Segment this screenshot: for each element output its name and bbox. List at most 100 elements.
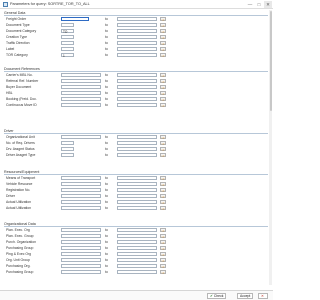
multiple-selection-icon[interactable]: ⇨ bbox=[160, 96, 166, 101]
check-button[interactable]: ✔Check bbox=[207, 293, 227, 299]
multiple-selection-icon[interactable]: ⇨ bbox=[160, 146, 166, 151]
multiple-selection-icon[interactable]: ⇨ bbox=[160, 22, 166, 27]
multiple-selection-icon[interactable]: ⇨ bbox=[160, 245, 166, 250]
to-value-input[interactable] bbox=[117, 187, 157, 193]
multiple-selection-icon[interactable]: ⇨ bbox=[160, 46, 166, 51]
from-value-input[interactable] bbox=[61, 134, 101, 140]
multiple-selection-icon[interactable]: ⇨ bbox=[160, 140, 166, 145]
to-value-input[interactable] bbox=[117, 233, 157, 239]
to-value-input[interactable] bbox=[117, 263, 157, 269]
multiple-selection-icon[interactable]: ⇨ bbox=[160, 269, 166, 274]
multiple-selection-icon[interactable]: ⇨ bbox=[160, 233, 166, 238]
multiple-selection-icon[interactable]: ⇨ bbox=[160, 152, 166, 157]
from-value-input[interactable] bbox=[61, 40, 74, 46]
cancel-button[interactable]: ✕ bbox=[258, 293, 268, 299]
to-value-input[interactable] bbox=[117, 72, 157, 78]
multiple-selection-icon[interactable]: ⇨ bbox=[160, 16, 166, 21]
to-value-input[interactable] bbox=[117, 257, 157, 263]
multiple-selection-icon[interactable]: ⇨ bbox=[160, 90, 166, 95]
from-value-input[interactable] bbox=[61, 181, 101, 187]
to-value-input[interactable] bbox=[117, 78, 157, 84]
to-value-input[interactable] bbox=[117, 22, 157, 28]
to-value-input[interactable] bbox=[117, 227, 157, 233]
multiple-selection-icon[interactable]: ⇨ bbox=[160, 257, 166, 262]
from-value-input[interactable] bbox=[61, 187, 101, 193]
to-value-input[interactable] bbox=[117, 102, 157, 108]
from-value-input[interactable] bbox=[61, 251, 101, 257]
multiple-selection-icon[interactable]: ⇨ bbox=[160, 72, 166, 77]
vertical-scrollbar[interactable] bbox=[269, 10, 272, 285]
multiple-selection-icon[interactable]: ⇨ bbox=[160, 227, 166, 232]
close-button[interactable]: ✕ bbox=[264, 1, 272, 8]
multiple-selection-icon[interactable]: ⇨ bbox=[160, 84, 166, 89]
to-value-input[interactable] bbox=[117, 239, 157, 245]
to-value-input[interactable] bbox=[117, 146, 157, 152]
from-value-input[interactable] bbox=[61, 205, 101, 211]
to-value-input[interactable] bbox=[117, 140, 157, 146]
from-value-input[interactable] bbox=[61, 84, 101, 90]
scrollbar-thumb[interactable] bbox=[269, 11, 272, 111]
multiple-selection-icon[interactable]: ⇨ bbox=[160, 263, 166, 268]
multiple-selection-icon[interactable]: ⇨ bbox=[160, 134, 166, 139]
multiple-selection-icon[interactable]: ⇨ bbox=[160, 239, 166, 244]
to-value-input[interactable] bbox=[117, 34, 157, 40]
to-value-input[interactable] bbox=[117, 205, 157, 211]
from-value-input[interactable] bbox=[61, 90, 101, 96]
maximize-button[interactable]: □ bbox=[255, 1, 263, 8]
to-value-input[interactable] bbox=[117, 245, 157, 251]
to-value-input[interactable] bbox=[117, 40, 157, 46]
to-value-input[interactable] bbox=[117, 181, 157, 187]
to-value-input[interactable] bbox=[117, 134, 157, 140]
multiple-selection-icon[interactable]: ⇨ bbox=[160, 199, 166, 204]
multiple-selection-icon[interactable]: ⇨ bbox=[160, 28, 166, 33]
from-value-input[interactable] bbox=[61, 46, 74, 52]
multiple-selection-icon[interactable]: ⇨ bbox=[160, 251, 166, 256]
from-value-input[interactable] bbox=[61, 22, 74, 28]
multiple-selection-icon[interactable]: ⇨ bbox=[160, 34, 166, 39]
to-value-input[interactable] bbox=[117, 251, 157, 257]
from-value-input[interactable] bbox=[61, 72, 101, 78]
from-value-input[interactable] bbox=[61, 16, 89, 22]
to-value-input[interactable] bbox=[117, 84, 157, 90]
to-value-input[interactable] bbox=[117, 90, 157, 96]
to-value-input[interactable] bbox=[117, 96, 157, 102]
from-value-input[interactable] bbox=[61, 146, 74, 152]
from-value-input[interactable] bbox=[61, 245, 101, 251]
multiple-selection-icon[interactable]: ⇨ bbox=[160, 52, 166, 57]
from-value-input[interactable] bbox=[61, 102, 101, 108]
multiple-selection-icon[interactable]: ⇨ bbox=[160, 181, 166, 186]
from-value-input[interactable] bbox=[61, 199, 101, 205]
from-value-input[interactable] bbox=[61, 227, 101, 233]
to-value-input[interactable] bbox=[117, 28, 157, 34]
to-value-input[interactable] bbox=[117, 152, 157, 158]
from-value-input[interactable] bbox=[61, 193, 101, 199]
from-value-input[interactable] bbox=[61, 140, 74, 146]
from-value-input[interactable] bbox=[61, 239, 101, 245]
to-value-input[interactable] bbox=[117, 199, 157, 205]
from-value-input[interactable]: 1 bbox=[61, 52, 74, 57]
multiple-selection-icon[interactable]: ⇨ bbox=[160, 102, 166, 107]
from-value-input[interactable] bbox=[61, 175, 101, 181]
to-value-input[interactable] bbox=[117, 46, 157, 52]
multiple-selection-icon[interactable]: ⇨ bbox=[160, 205, 166, 210]
from-value-input[interactable] bbox=[61, 96, 101, 102]
accept-button[interactable]: Accept bbox=[237, 293, 254, 299]
from-value-input[interactable] bbox=[61, 34, 74, 40]
multiple-selection-icon[interactable]: ⇨ bbox=[160, 175, 166, 180]
from-value-input[interactable]: TO bbox=[61, 28, 74, 33]
to-value-input[interactable] bbox=[117, 269, 157, 275]
minimize-button[interactable]: — bbox=[246, 1, 254, 8]
multiple-selection-icon[interactable]: ⇨ bbox=[160, 193, 166, 198]
from-value-input[interactable] bbox=[61, 269, 101, 275]
multiple-selection-icon[interactable]: ⇨ bbox=[160, 40, 166, 45]
from-value-input[interactable] bbox=[61, 78, 101, 84]
multiple-selection-icon[interactable]: ⇨ bbox=[160, 187, 166, 192]
from-value-input[interactable] bbox=[61, 233, 101, 239]
multiple-selection-icon[interactable]: ⇨ bbox=[160, 78, 166, 83]
from-value-input[interactable] bbox=[61, 263, 101, 269]
from-value-input[interactable] bbox=[61, 257, 101, 263]
to-value-input[interactable] bbox=[117, 16, 157, 22]
to-value-input[interactable] bbox=[117, 175, 157, 181]
from-value-input[interactable] bbox=[61, 152, 74, 158]
to-value-input[interactable] bbox=[117, 52, 157, 58]
